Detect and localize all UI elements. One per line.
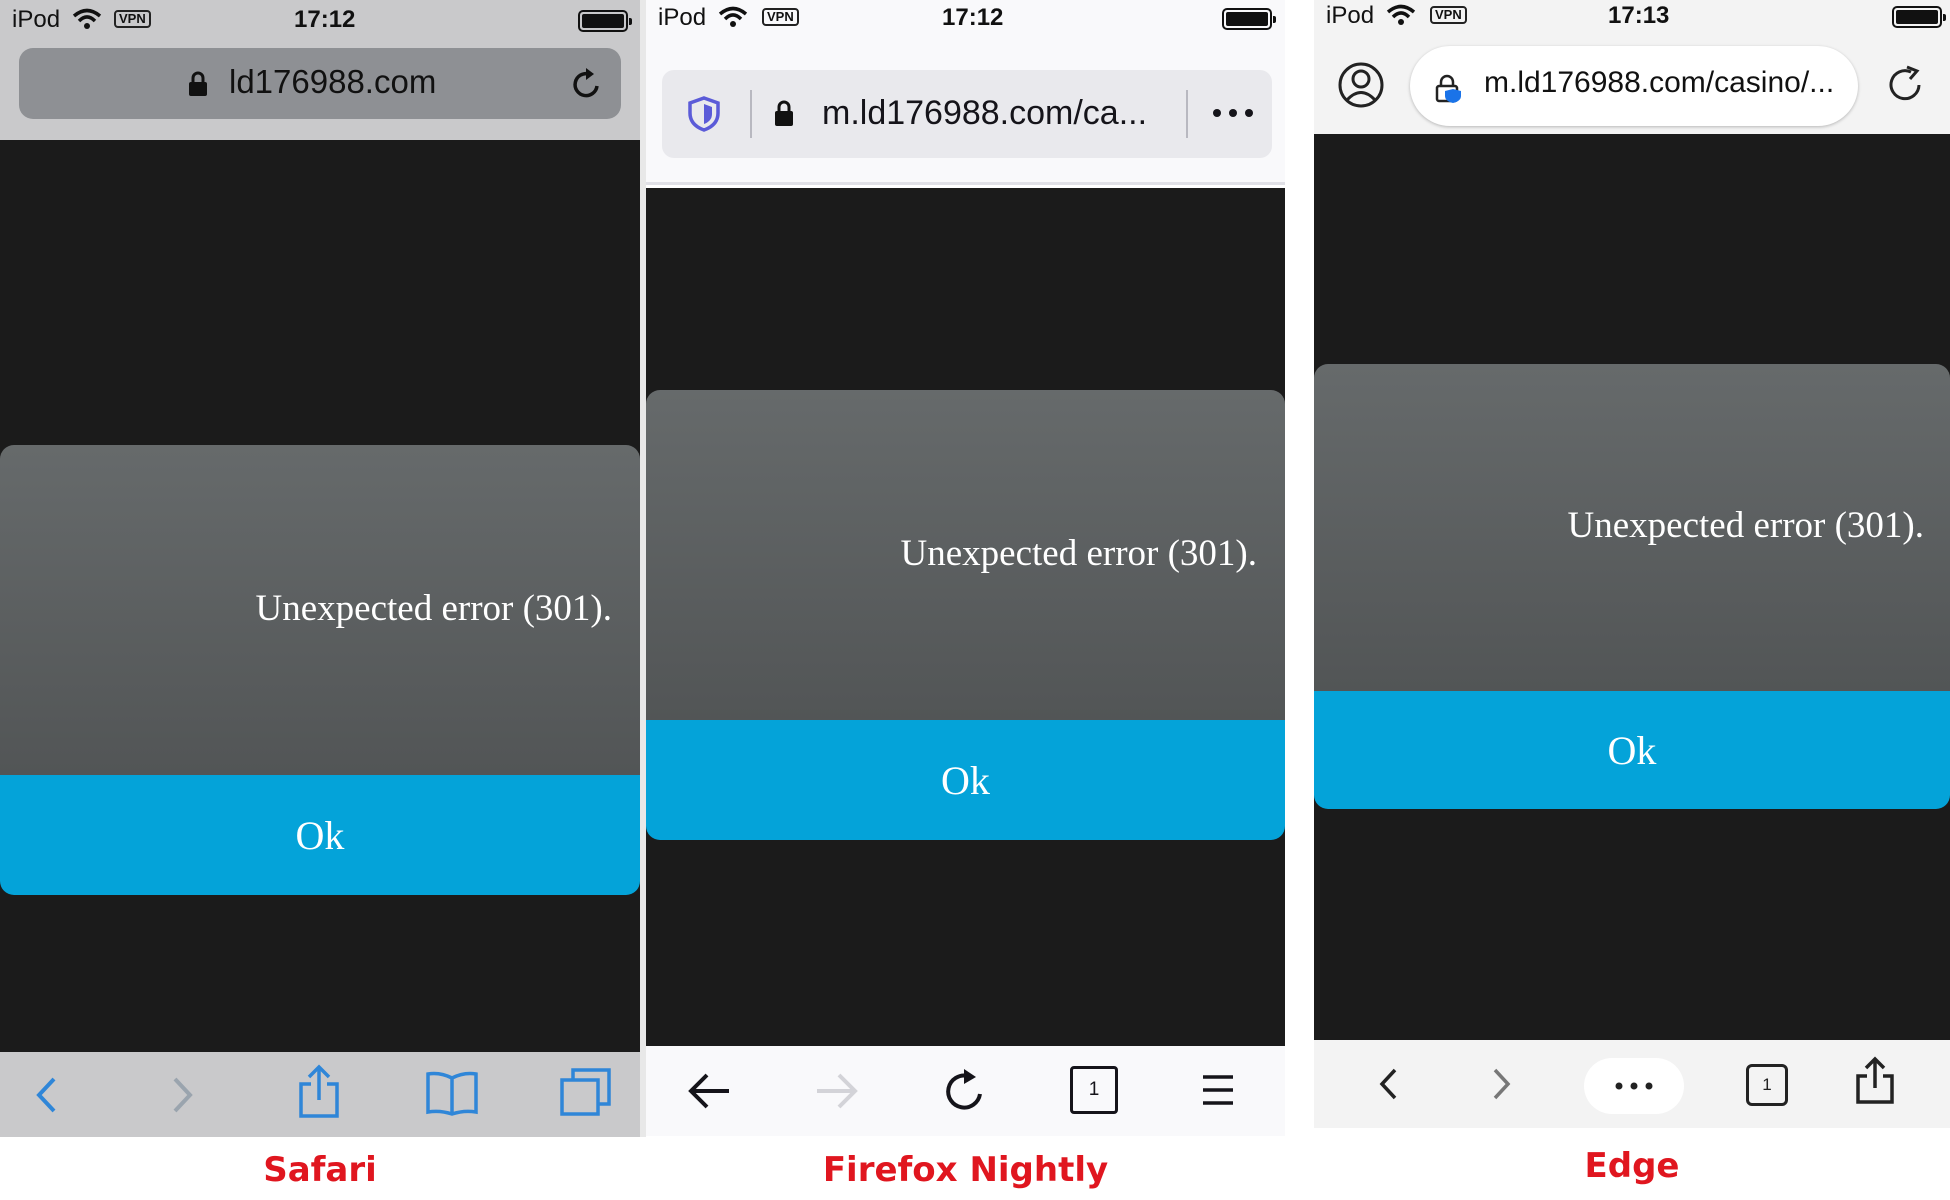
refresh-icon[interactable] (1882, 62, 1928, 108)
address-bar[interactable]: m.ld176988.com/ca... (662, 70, 1272, 158)
more-icon (1615, 1082, 1653, 1090)
wifi-icon (718, 6, 748, 35)
dialog-message-area: Unexpected error (301). (1314, 364, 1950, 691)
lock-icon (772, 98, 796, 128)
back-icon[interactable] (26, 1072, 66, 1117)
clock: 17:12 (942, 4, 1004, 31)
secure-lock-icon (1434, 72, 1464, 104)
ok-button[interactable]: Ok (1314, 691, 1950, 809)
error-message: Unexpected error (301). (900, 533, 1257, 574)
reload-icon[interactable] (569, 65, 605, 101)
tab-count-button[interactable]: 1 (1070, 1066, 1118, 1114)
more-icon[interactable] (1208, 98, 1258, 128)
ok-button[interactable]: Ok (0, 775, 640, 895)
forward-icon[interactable] (163, 1072, 203, 1117)
battery-icon (1222, 8, 1276, 30)
forward-icon[interactable] (1482, 1062, 1522, 1106)
firefox-panel: iPod VPN 17:12 m.ld176988.com/ca... Unex… (646, 0, 1285, 1200)
firefox-toolbar: 1 (646, 1046, 1285, 1136)
status-bar: iPod VPN 17:12 (646, 0, 1285, 40)
error-dialog: Unexpected error (301). Ok (0, 445, 640, 895)
back-icon[interactable] (684, 1068, 734, 1114)
status-bar: iPod VPN 17:13 (1314, 0, 1950, 40)
dialog-message-area: Unexpected error (301). (646, 390, 1285, 720)
more-button[interactable] (1584, 1058, 1684, 1114)
separator (750, 90, 752, 138)
menu-icon[interactable] (1198, 1070, 1238, 1110)
bookmarks-icon[interactable] (424, 1068, 480, 1118)
error-message: Unexpected error (301). (1567, 505, 1924, 546)
browser-caption: Safari (263, 1150, 377, 1190)
status-bar: iPod VPN 17:12 (0, 0, 640, 40)
wifi-icon (72, 8, 102, 37)
error-dialog: Unexpected error (301). Ok (646, 390, 1285, 840)
edge-toolbar: 1 (1314, 1040, 1950, 1128)
clock: 17:12 (294, 6, 356, 33)
share-icon[interactable] (296, 1062, 342, 1122)
error-dialog: Unexpected error (301). Ok (1314, 364, 1950, 809)
ok-button[interactable]: Ok (646, 720, 1285, 840)
vpn-badge: VPN (762, 8, 799, 26)
url-text: ld176988.com (229, 63, 437, 100)
vpn-badge: VPN (114, 10, 151, 28)
tab-count: 1 (1088, 1079, 1100, 1100)
profile-icon[interactable] (1336, 60, 1386, 110)
lock-icon (187, 70, 209, 98)
safari-panel: iPod VPN 17:12 ld176988.com Unexpected e… (0, 0, 640, 1200)
url-text: m.ld176988.com/casino/... (1484, 66, 1835, 99)
edge-panel: iPod VPN 17:13 m.ld176988.com/casino/...… (1314, 0, 1950, 1200)
dialog-message-area: Unexpected error (301). (0, 445, 640, 775)
vpn-badge: VPN (1430, 6, 1467, 24)
browser-caption: Edge (1584, 1146, 1680, 1186)
share-icon[interactable] (1852, 1054, 1898, 1108)
wifi-icon (1386, 4, 1416, 33)
battery-icon (578, 10, 632, 32)
address-bar[interactable]: m.ld176988.com/casino/... (1410, 46, 1858, 126)
shield-icon[interactable] (686, 94, 722, 134)
tabs-icon[interactable] (558, 1066, 614, 1118)
url-text: m.ld176988.com/ca... (822, 94, 1148, 132)
tab-count: 1 (1762, 1075, 1772, 1094)
reload-icon[interactable] (940, 1066, 990, 1116)
separator (1186, 90, 1188, 138)
carrier-label: iPod (12, 6, 61, 33)
browser-caption: Firefox Nightly (822, 1150, 1109, 1190)
battery-icon (1892, 6, 1946, 28)
forward-icon[interactable] (812, 1068, 862, 1114)
clock: 17:13 (1608, 2, 1670, 29)
safari-toolbar (0, 1052, 640, 1137)
back-icon[interactable] (1368, 1062, 1408, 1106)
error-message: Unexpected error (301). (255, 588, 612, 629)
tab-count-button[interactable]: 1 (1746, 1064, 1788, 1106)
carrier-label: iPod (1326, 2, 1375, 29)
address-bar[interactable]: ld176988.com (19, 48, 621, 119)
carrier-label: iPod (658, 4, 707, 31)
